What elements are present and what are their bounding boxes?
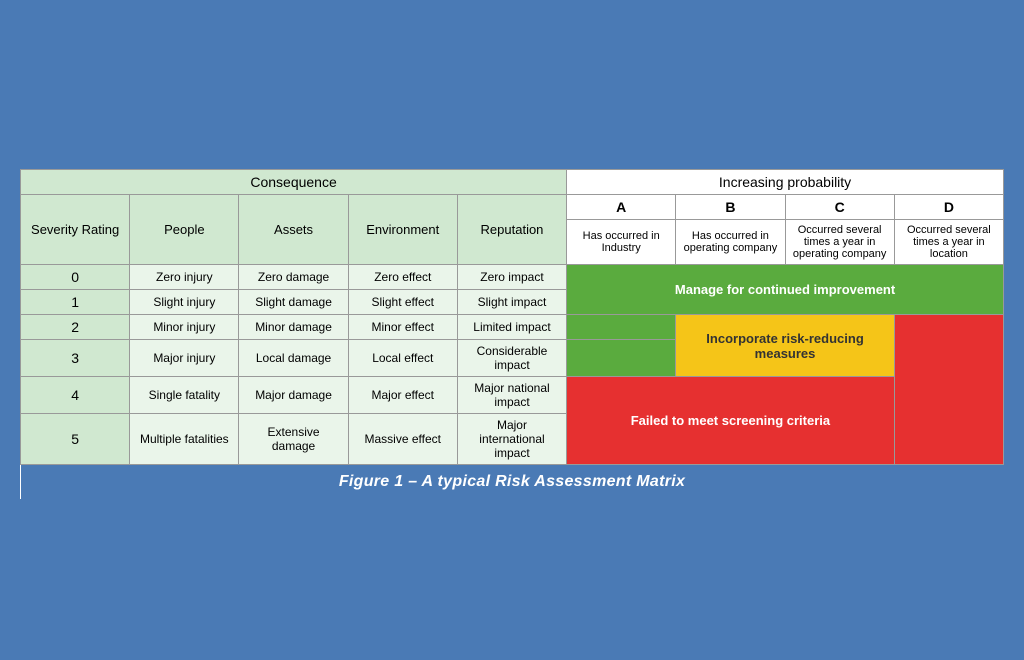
- prob-b-desc: Has occurred in operating company: [676, 220, 785, 265]
- severity-2: 2: [21, 315, 130, 340]
- assets-0: Zero damage: [239, 265, 348, 290]
- reputation-1: Slight impact: [457, 290, 566, 315]
- people-0: Zero injury: [130, 265, 239, 290]
- green-zone-3a: [567, 340, 676, 377]
- severity-3: 3: [21, 340, 130, 377]
- severity-rating-header: Severity Rating: [21, 195, 130, 265]
- environment-1: Slight effect: [348, 290, 457, 315]
- reputation-header: Reputation: [457, 195, 566, 265]
- figure-caption: Figure 1 – A typical Risk Assessment Mat…: [21, 465, 1004, 500]
- page-container: Consequence Increasing probability Sever…: [10, 159, 1014, 501]
- prob-b-letter: B: [676, 195, 785, 220]
- risk-matrix-table: Consequence Increasing probability Sever…: [20, 169, 1004, 499]
- people-4: Single fatality: [130, 377, 239, 414]
- severity-4: 4: [21, 377, 130, 414]
- red-zone-d: [894, 315, 1003, 465]
- green-zone-2a: [567, 315, 676, 340]
- consequence-header: Consequence: [21, 170, 567, 195]
- environment-5: Massive effect: [348, 414, 457, 465]
- prob-c-desc: Occurred several times a year in operati…: [785, 220, 894, 265]
- prob-c-letter: C: [785, 195, 894, 220]
- people-header: People: [130, 195, 239, 265]
- environment-4: Major effect: [348, 377, 457, 414]
- assets-3: Local damage: [239, 340, 348, 377]
- people-1: Slight injury: [130, 290, 239, 315]
- environment-header: Environment: [348, 195, 457, 265]
- matrix-wrapper: Consequence Increasing probability Sever…: [18, 167, 1006, 501]
- people-5: Multiple fatalities: [130, 414, 239, 465]
- green-zone-top: Manage for continued improvement: [567, 265, 1004, 315]
- reputation-4: Major national impact: [457, 377, 566, 414]
- probability-header: Increasing probability: [567, 170, 1004, 195]
- prob-d-letter: D: [894, 195, 1003, 220]
- prob-a-desc: Has occurred in Industry: [567, 220, 676, 265]
- reputation-5: Major international impact: [457, 414, 566, 465]
- environment-3: Local effect: [348, 340, 457, 377]
- assets-4: Major damage: [239, 377, 348, 414]
- people-3: Major injury: [130, 340, 239, 377]
- assets-2: Minor damage: [239, 315, 348, 340]
- reputation-3: Considerable impact: [457, 340, 566, 377]
- prob-a-letter: A: [567, 195, 676, 220]
- environment-0: Zero effect: [348, 265, 457, 290]
- reputation-0: Zero impact: [457, 265, 566, 290]
- red-zone-main: Failed to meet screening criteria: [567, 377, 895, 465]
- assets-header: Assets: [239, 195, 348, 265]
- severity-0: 0: [21, 265, 130, 290]
- severity-1: 1: [21, 290, 130, 315]
- assets-5: Extensive damage: [239, 414, 348, 465]
- reputation-2: Limited impact: [457, 315, 566, 340]
- people-2: Minor injury: [130, 315, 239, 340]
- assets-1: Slight damage: [239, 290, 348, 315]
- yellow-zone: Incorporate risk-reducing measures: [676, 315, 894, 377]
- prob-d-desc: Occurred several times a year in locatio…: [894, 220, 1003, 265]
- environment-2: Minor effect: [348, 315, 457, 340]
- severity-5: 5: [21, 414, 130, 465]
